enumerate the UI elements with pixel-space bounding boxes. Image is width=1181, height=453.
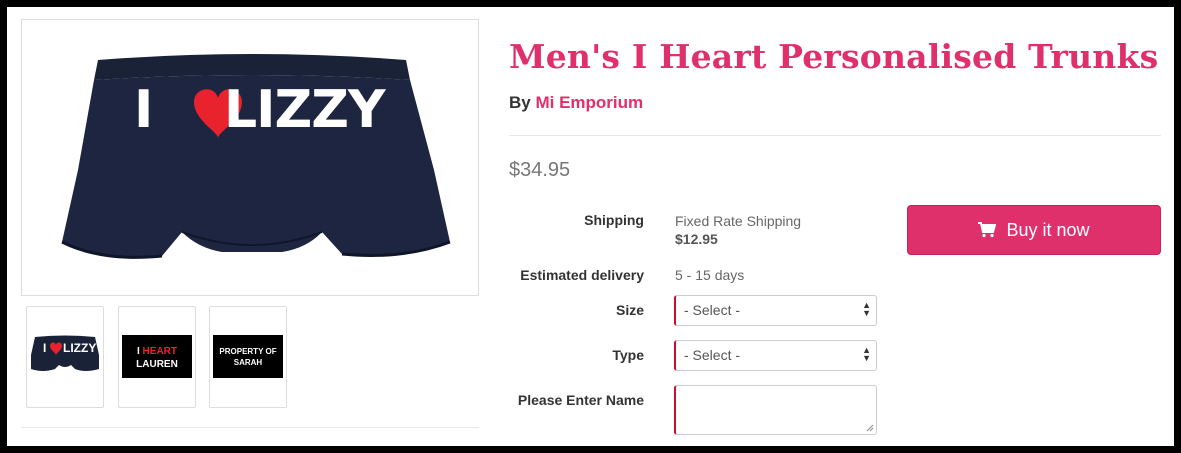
- cart-icon: [978, 222, 997, 238]
- main-image-name: LIZZY: [224, 80, 386, 140]
- shipping-value: Fixed Rate Shipping $12.95: [675, 212, 801, 248]
- select-arrows-icon: ▲ ▼: [862, 345, 871, 363]
- left-divider: [21, 427, 479, 428]
- delivery-label: Estimated delivery: [520, 267, 644, 283]
- type-selected-value: - Select -: [684, 347, 741, 363]
- by-prefix: By: [509, 93, 531, 112]
- shipping-label: Shipping: [584, 212, 644, 228]
- type-select[interactable]: - Select - ▲ ▼: [674, 340, 877, 371]
- seller-link[interactable]: Mi Emporium: [535, 93, 643, 112]
- thumbnail-letter-i: I: [43, 341, 47, 355]
- right-divider: [509, 135, 1161, 136]
- buy-button-label: Buy it now: [1006, 219, 1090, 240]
- thumbnail-sarah-image: PROPERTY OF SARAH: [213, 335, 283, 378]
- thumbnail-lauren-image: I HEART LAUREN: [122, 335, 192, 378]
- thumbnail-sarah-line1: PROPERTY OF: [219, 347, 277, 356]
- name-label: Please Enter Name: [517, 392, 644, 408]
- seller-byline: By Mi Emporium: [509, 93, 643, 113]
- resize-grip-icon[interactable]: [866, 424, 874, 432]
- name-textarea[interactable]: [674, 385, 877, 435]
- delivery-value: 5 - 15 days: [675, 267, 745, 283]
- thumbnail-sarah[interactable]: PROPERTY OF SARAH: [209, 306, 287, 408]
- buy-it-now-button[interactable]: Buy it now: [907, 205, 1161, 255]
- main-product-image[interactable]: I LIZZY: [21, 19, 479, 296]
- thumbnail-lauren[interactable]: I HEART LAUREN: [118, 306, 196, 408]
- shipping-cost: $12.95: [675, 231, 718, 247]
- thumbnail-lauren-line1: I HEART: [136, 346, 177, 357]
- thumbnail-sarah-line2: SARAH: [233, 358, 263, 367]
- thumbnail-lauren-line2: LAUREN: [136, 359, 178, 370]
- thumbnail-lizzy[interactable]: I LIZZY: [26, 306, 104, 408]
- shipping-method: Fixed Rate Shipping: [675, 213, 802, 229]
- type-label: Type: [612, 347, 644, 363]
- thumbnail-name: LIZZY: [63, 341, 97, 355]
- trunks-illustration: [61, 54, 451, 259]
- size-label: Size: [615, 302, 644, 318]
- thumbnail-trunks-image: [31, 335, 99, 371]
- main-image-letter-i: I: [134, 80, 154, 140]
- product-page: I LIZZY I LIZZY I HEART LAUREN PROPERTY …: [7, 7, 1174, 446]
- product-price: $34.95: [509, 159, 571, 181]
- select-arrows-icon: ▲ ▼: [862, 300, 871, 318]
- product-title: Men's I Heart Personalised Trunks: [509, 37, 1159, 76]
- size-select[interactable]: - Select - ▲ ▼: [674, 295, 877, 326]
- size-selected-value: - Select -: [684, 302, 741, 318]
